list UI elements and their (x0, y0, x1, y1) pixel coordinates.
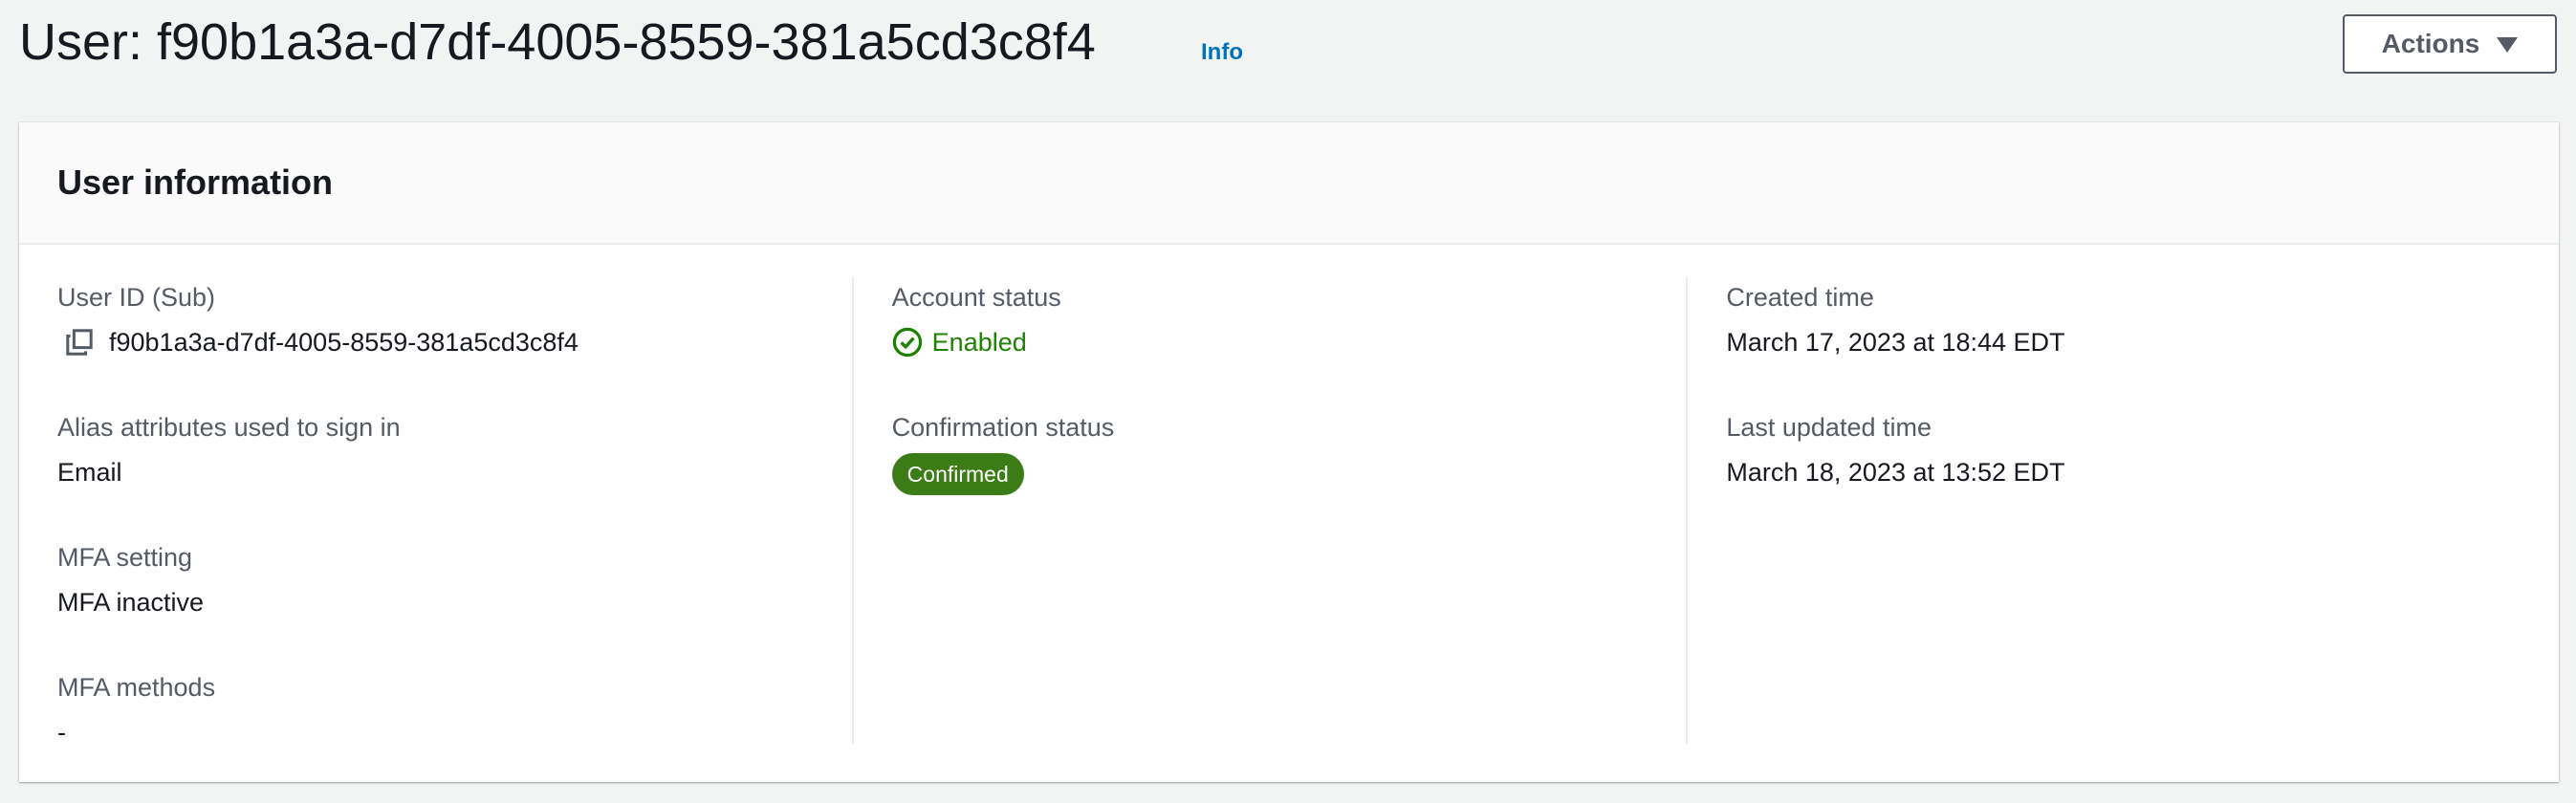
account-status-value: Enabled (931, 328, 1027, 357)
field-label: Alias attributes used to sign in (57, 413, 401, 442)
field-account-status: Account status Enabled (892, 281, 1648, 407)
confirmation-status-badge: Confirmed (891, 453, 1024, 495)
page-header: User: f90b1a3a-d7df-4005-8559-381a5cd3c8… (19, 0, 2557, 96)
field-created-time: Created time March 17, 2023 at 18:44 EDT (1726, 281, 2482, 407)
page-title: User: f90b1a3a-d7df-4005-8559-381a5cd3c8… (19, 13, 1096, 71)
user-details-columns: User ID (Sub) f90b1a3a-d7df-4005-8559-38… (57, 277, 2521, 747)
details-column-2: Account status Enabled Confirmation stat… (851, 277, 1687, 744)
field-confirmation-status: Confirmation status Confirmed (891, 411, 1648, 537)
user-information-card: User information User ID (Sub) f90b1a3a-… (19, 122, 2559, 782)
caret-down-icon (2497, 37, 2519, 53)
field-label: MFA setting (57, 543, 193, 572)
field-mfa-setting: MFA setting MFA inactive (57, 541, 814, 667)
info-link[interactable]: Info (1201, 38, 1243, 67)
card-header: User information (19, 122, 2559, 245)
field-alias-attributes: Alias attributes used to sign in Email (57, 411, 814, 537)
field-label: Last updated time (1726, 413, 1932, 442)
card-title: User information (57, 163, 334, 202)
field-value: f90b1a3a-d7df-4005-8559-381a5cd3c8f4 (57, 326, 814, 358)
field-label: Confirmation status (891, 413, 1115, 442)
field-value: March 17, 2023 at 18:44 EDT (1726, 328, 2065, 357)
actions-button[interactable]: Actions (2343, 14, 2557, 74)
field-label: Created time (1726, 283, 1874, 312)
field-value: - (57, 718, 66, 747)
field-value: Email (57, 458, 122, 487)
details-column-1: User ID (Sub) f90b1a3a-d7df-4005-8559-38… (57, 277, 852, 747)
field-value: March 18, 2023 at 13:52 EDT (1726, 458, 2065, 487)
field-value: Enabled (892, 326, 1648, 358)
field-label: Account status (891, 283, 1061, 312)
field-last-updated-time: Last updated time March 18, 2023 at 13:5… (1726, 411, 2482, 537)
field-label: User ID (Sub) (57, 283, 216, 312)
copy-icon[interactable] (65, 328, 94, 357)
user-id-value: f90b1a3a-d7df-4005-8559-381a5cd3c8f4 (109, 328, 579, 357)
field-label: MFA methods (57, 673, 216, 702)
details-column-3: Created time March 17, 2023 at 18:44 EDT… (1686, 277, 2521, 744)
field-mfa-methods: MFA methods - (57, 671, 814, 797)
check-circle-icon (892, 327, 922, 358)
field-value: MFA inactive (57, 588, 205, 617)
field-user-id: User ID (Sub) f90b1a3a-d7df-4005-8559-38… (57, 281, 814, 407)
actions-button-label: Actions (2381, 29, 2480, 58)
